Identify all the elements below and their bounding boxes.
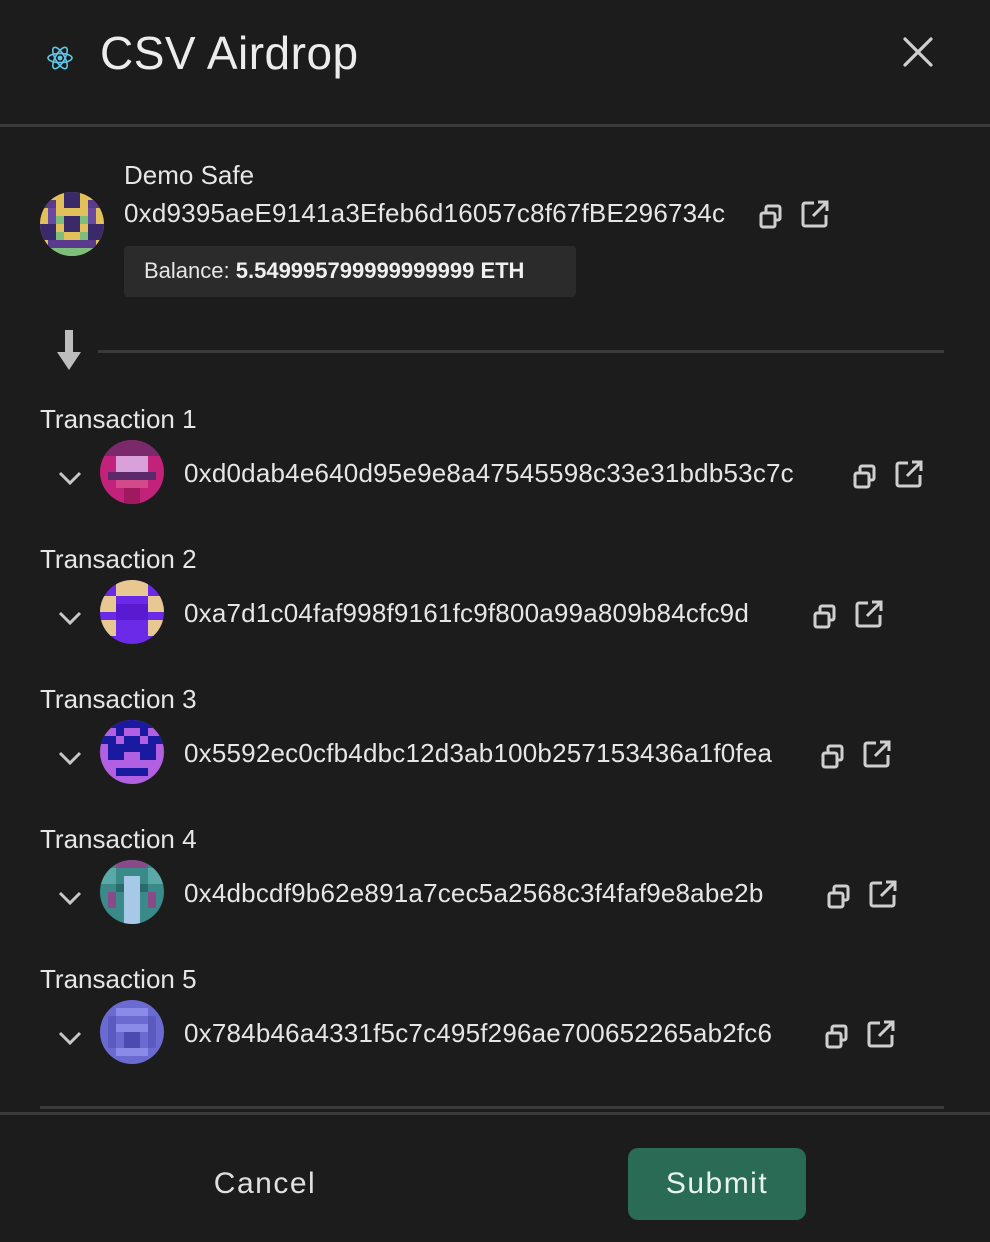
transaction-label: Transaction 4 xyxy=(40,824,197,854)
balance-badge: Balance: 5.549995799999999999 ETH xyxy=(124,246,576,297)
copy-icon[interactable] xyxy=(850,462,880,492)
safe-name: Demo Safe xyxy=(124,160,255,190)
chevron-down-icon[interactable] xyxy=(56,888,84,908)
external-link-icon[interactable] xyxy=(894,459,924,489)
section-divider xyxy=(98,350,944,353)
recipient-avatar xyxy=(100,1000,164,1064)
copy-icon[interactable] xyxy=(818,742,848,772)
transaction-label: Transaction 5 xyxy=(40,964,197,994)
cancel-button[interactable]: Cancel xyxy=(200,1160,330,1208)
recipient-address: 0x4dbcdf9b62e891a7cec5a2568c3f4faf9e8abe… xyxy=(184,878,764,908)
modal-title: CSV Airdrop xyxy=(100,27,359,79)
balance-value: 5.549995799999999999 ETH xyxy=(235,258,525,283)
balance-label: Balance: xyxy=(144,258,230,283)
copy-icon[interactable] xyxy=(810,602,840,632)
modal-header: CSV Airdrop xyxy=(0,0,990,124)
copy-icon[interactable] xyxy=(756,202,786,232)
safe-avatar xyxy=(40,192,104,256)
transaction-label: Transaction 1 xyxy=(40,404,197,434)
recipient-address: 0xa7d1c04faf998f9161fc9f800a99a809b84cfc… xyxy=(184,598,750,628)
chevron-down-icon[interactable] xyxy=(56,608,84,628)
submit-button[interactable]: Submit xyxy=(628,1148,806,1220)
chevron-down-icon[interactable] xyxy=(56,468,84,488)
copy-icon[interactable] xyxy=(824,882,854,912)
react-atom-icon xyxy=(46,44,74,72)
recipient-address: 0x784b46a4331f5c7c495f296ae700652265ab2f… xyxy=(184,1018,773,1048)
external-link-icon[interactable] xyxy=(862,739,892,769)
recipient-avatar xyxy=(100,440,164,504)
copy-icon[interactable] xyxy=(822,1022,852,1052)
transaction-label: Transaction 2 xyxy=(40,544,197,574)
recipient-avatar xyxy=(100,860,164,924)
arrow-down-icon xyxy=(55,330,83,372)
footer-divider xyxy=(0,1112,990,1115)
external-link-icon[interactable] xyxy=(800,199,830,229)
external-link-icon[interactable] xyxy=(868,879,898,909)
recipient-address: 0xd0dab4e640d95e9e8a47545598c33e31bdb53c… xyxy=(184,458,794,488)
list-end-divider xyxy=(40,1106,944,1109)
external-link-icon[interactable] xyxy=(866,1019,896,1049)
close-icon[interactable] xyxy=(898,32,938,72)
recipient-avatar xyxy=(100,720,164,784)
chevron-down-icon[interactable] xyxy=(56,748,84,768)
transaction-label: Transaction 3 xyxy=(40,684,197,714)
recipient-address: 0x5592ec0cfb4dbc12d3ab100b257153436a1f0f… xyxy=(184,738,773,768)
external-link-icon[interactable] xyxy=(854,599,884,629)
chevron-down-icon[interactable] xyxy=(56,1028,84,1048)
safe-address: 0xd9395aeE9141a3Efeb6d16057c8f67fBE29673… xyxy=(124,198,726,228)
recipient-avatar xyxy=(100,580,164,644)
